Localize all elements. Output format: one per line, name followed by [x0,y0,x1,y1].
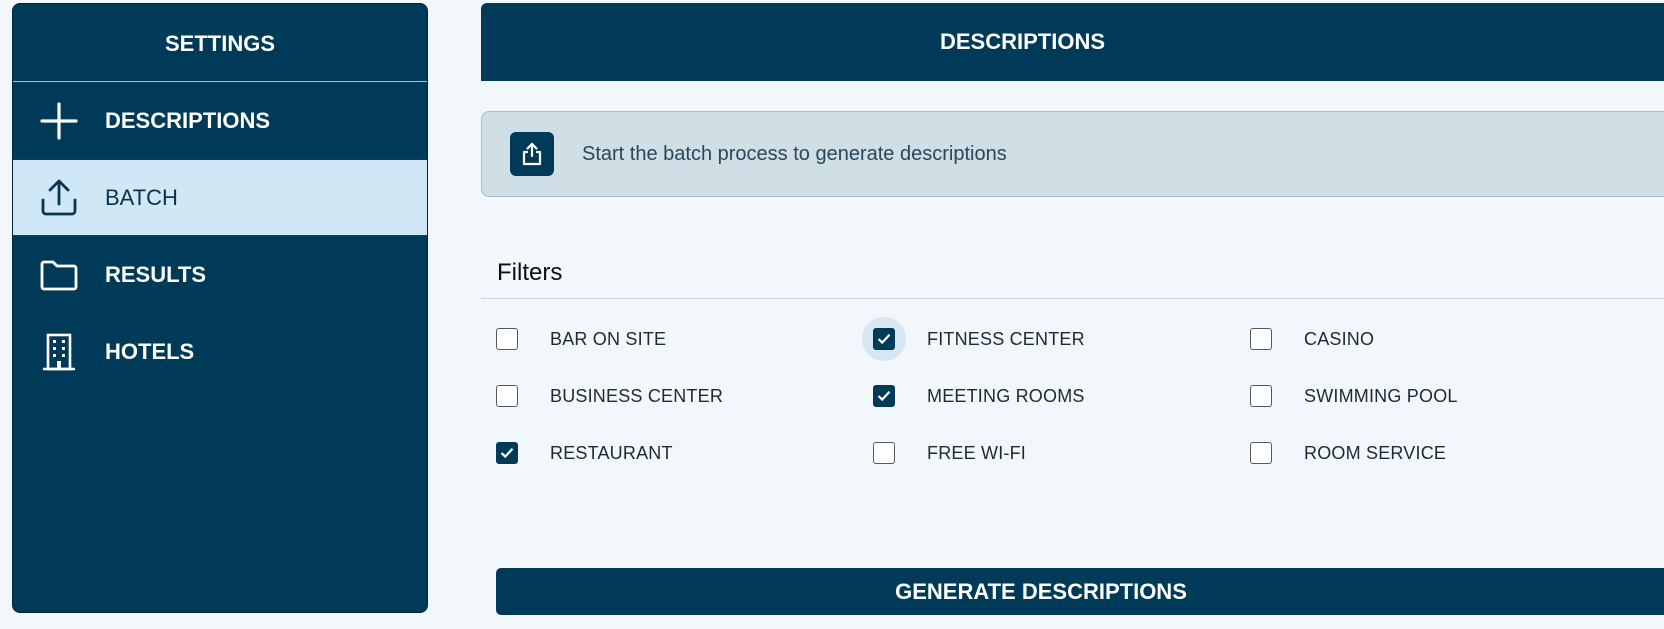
building-icon [37,330,81,374]
filter-label: MEETING ROOMS [927,385,1085,406]
checkbox[interactable] [873,328,895,350]
filter-fitness-center[interactable]: FITNESS CENTER [862,317,1085,361]
filter-free-wi-fi[interactable]: FREE WI-FI [872,433,1026,473]
sidebar-item-results[interactable]: RESULTS [13,236,427,313]
sidebar-item-descriptions[interactable]: DESCRIPTIONS [13,82,427,159]
plus-icon [37,99,81,143]
sidebar-title: SETTINGS [13,4,427,82]
check-icon [877,334,891,345]
filter-meeting-rooms[interactable]: MEETING ROOMS [872,376,1085,416]
filter-label: FITNESS CENTER [927,328,1085,349]
filter-label: RESTAURANT [550,442,673,463]
sidebar-item-batch[interactable]: BATCH [13,159,427,236]
checkbox[interactable] [1250,442,1272,464]
filter-label: FREE WI-FI [927,442,1026,463]
checkbox[interactable] [496,328,518,350]
sidebar-item-hotels[interactable]: HOTELS [13,313,427,390]
sidebar-item-label: BATCH [105,184,178,210]
filter-label: ROOM SERVICE [1304,442,1447,463]
filter-label: BUSINESS CENTER [550,385,724,406]
generate-descriptions-button[interactable]: GENERATE DESCRIPTIONS [496,568,1664,615]
page-title: DESCRIPTIONS [481,3,1664,81]
checkbox[interactable] [873,385,895,407]
check-icon [877,391,891,402]
sidebar: SETTINGS DESCRIPTIONS BATCH RESULTS HOTE… [12,3,428,613]
share-upload-icon[interactable] [510,132,554,176]
folder-icon [37,253,81,297]
filters-title: Filters [497,259,563,286]
filters-divider [481,298,1664,299]
checkbox[interactable] [496,442,518,464]
main-panel: DESCRIPTIONS Start the batch process to … [481,3,1664,629]
sidebar-item-label: RESULTS [105,261,207,287]
checkbox[interactable] [496,385,518,407]
check-icon [500,448,514,459]
checkbox[interactable] [1250,385,1272,407]
banner-text: Start the batch process to generate desc… [582,142,1007,165]
filter-label: CASINO [1304,328,1375,349]
sidebar-item-label: HOTELS [105,338,195,364]
filter-label: BAR ON SITE [550,328,667,349]
filter-restaurant[interactable]: RESTAURANT [495,433,673,473]
filter-casino[interactable]: CASINO [1249,319,1374,359]
filter-business-center[interactable]: BUSINESS CENTER [495,376,723,416]
checkbox[interactable] [1250,328,1272,350]
filter-swimming-pool[interactable]: SWIMMING POOL [1249,376,1458,416]
filter-bar-on-site[interactable]: BAR ON SITE [495,319,666,359]
checkbox[interactable] [873,442,895,464]
filter-room-service[interactable]: ROOM SERVICE [1249,433,1446,473]
filter-label: SWIMMING POOL [1304,385,1458,406]
upload-icon [37,176,81,220]
batch-banner: Start the batch process to generate desc… [481,111,1664,197]
sidebar-item-label: DESCRIPTIONS [105,107,271,133]
